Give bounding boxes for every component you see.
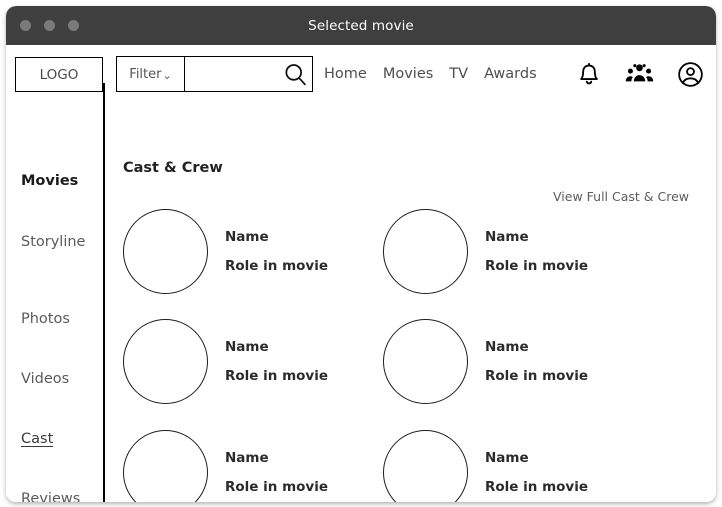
main-content: Cast & Crew View Full Cast & Crew Name R… [105,103,716,502]
notifications-bell-icon[interactable] [576,61,602,88]
cast-name: Name [485,229,529,245]
window-title: Selected movie [308,17,414,34]
nav-link-movies[interactable]: Movies [383,66,433,82]
window-controls [20,6,79,45]
cast-card-text: Name Role in movie [485,339,588,384]
cast-card-text: Name Role in movie [485,229,588,274]
search-bar: Filter ⌄ [116,56,313,92]
avatar [383,319,468,404]
sidebar: Movies Storyline Photos Videos Cast Revi… [6,103,103,502]
sidebar-item-photos[interactable]: Photos [21,311,70,327]
cast-card[interactable]: Name Role in movie [383,319,588,404]
people-group-icon[interactable] [625,62,654,86]
cast-role: Role in movie [225,258,329,274]
nav-link-tv[interactable]: TV [449,66,468,82]
window-titlebar: Selected movie [6,6,716,45]
cast-role: Role in movie [485,479,589,495]
cast-card[interactable]: Name Role in movie [383,209,588,294]
page-title: Cast & Crew [123,160,223,176]
nav-link-home[interactable]: Home [324,66,367,82]
cast-role: Role in movie [225,368,329,384]
avatar [123,430,208,502]
close-dot[interactable] [20,20,31,31]
sidebar-item-cast[interactable]: Cast [21,431,53,447]
app-window: Selected movie LOGO Filter ⌄ Home Movies… [6,6,716,502]
header-icon-group [576,56,704,92]
cast-card-text: Name Role in movie [225,229,328,274]
chevron-down-icon: ⌄ [162,68,172,82]
view-full-cast-link[interactable]: View Full Cast & Crew [553,189,689,204]
cast-card[interactable]: Name Role in movie [123,430,328,502]
avatar [383,209,468,294]
search-icon[interactable] [278,57,312,91]
account-circle-icon[interactable] [677,61,704,88]
cast-name: Name [225,229,269,245]
cast-role: Role in movie [485,258,589,274]
filter-label: Filter [129,66,162,82]
avatar [123,209,208,294]
sidebar-item-videos[interactable]: Videos [21,371,69,387]
avatar [123,319,208,404]
cast-name: Name [225,339,269,355]
cast-card-text: Name Role in movie [225,339,328,384]
cast-card-text: Name Role in movie [225,450,328,495]
sidebar-item-reviews[interactable]: Reviews [21,491,80,502]
cast-card[interactable]: Name Role in movie [123,319,328,404]
cast-name: Name [485,450,529,466]
cast-card[interactable]: Name Role in movie [383,430,588,502]
cast-name: Name [225,450,269,466]
main-nav: Home Movies TV Awards [324,56,537,92]
sidebar-item-movies[interactable]: Movies [21,173,78,189]
cast-card[interactable]: Name Role in movie [123,209,328,294]
search-input[interactable] [185,57,278,91]
cast-role: Role in movie [485,368,589,384]
app-header: LOGO Filter ⌄ Home Movies TV Awards [6,45,716,103]
minimize-dot[interactable] [44,20,55,31]
maximize-dot[interactable] [68,20,79,31]
nav-link-awards[interactable]: Awards [484,66,537,82]
filter-dropdown[interactable]: Filter ⌄ [117,57,185,91]
sidebar-item-storyline[interactable]: Storyline [21,234,85,250]
avatar [383,430,468,502]
cast-role: Role in movie [225,479,329,495]
cast-name: Name [485,339,529,355]
window-body: LOGO Filter ⌄ Home Movies TV Awards Movi… [6,45,716,502]
logo[interactable]: LOGO [15,57,103,92]
cast-card-text: Name Role in movie [485,450,588,495]
